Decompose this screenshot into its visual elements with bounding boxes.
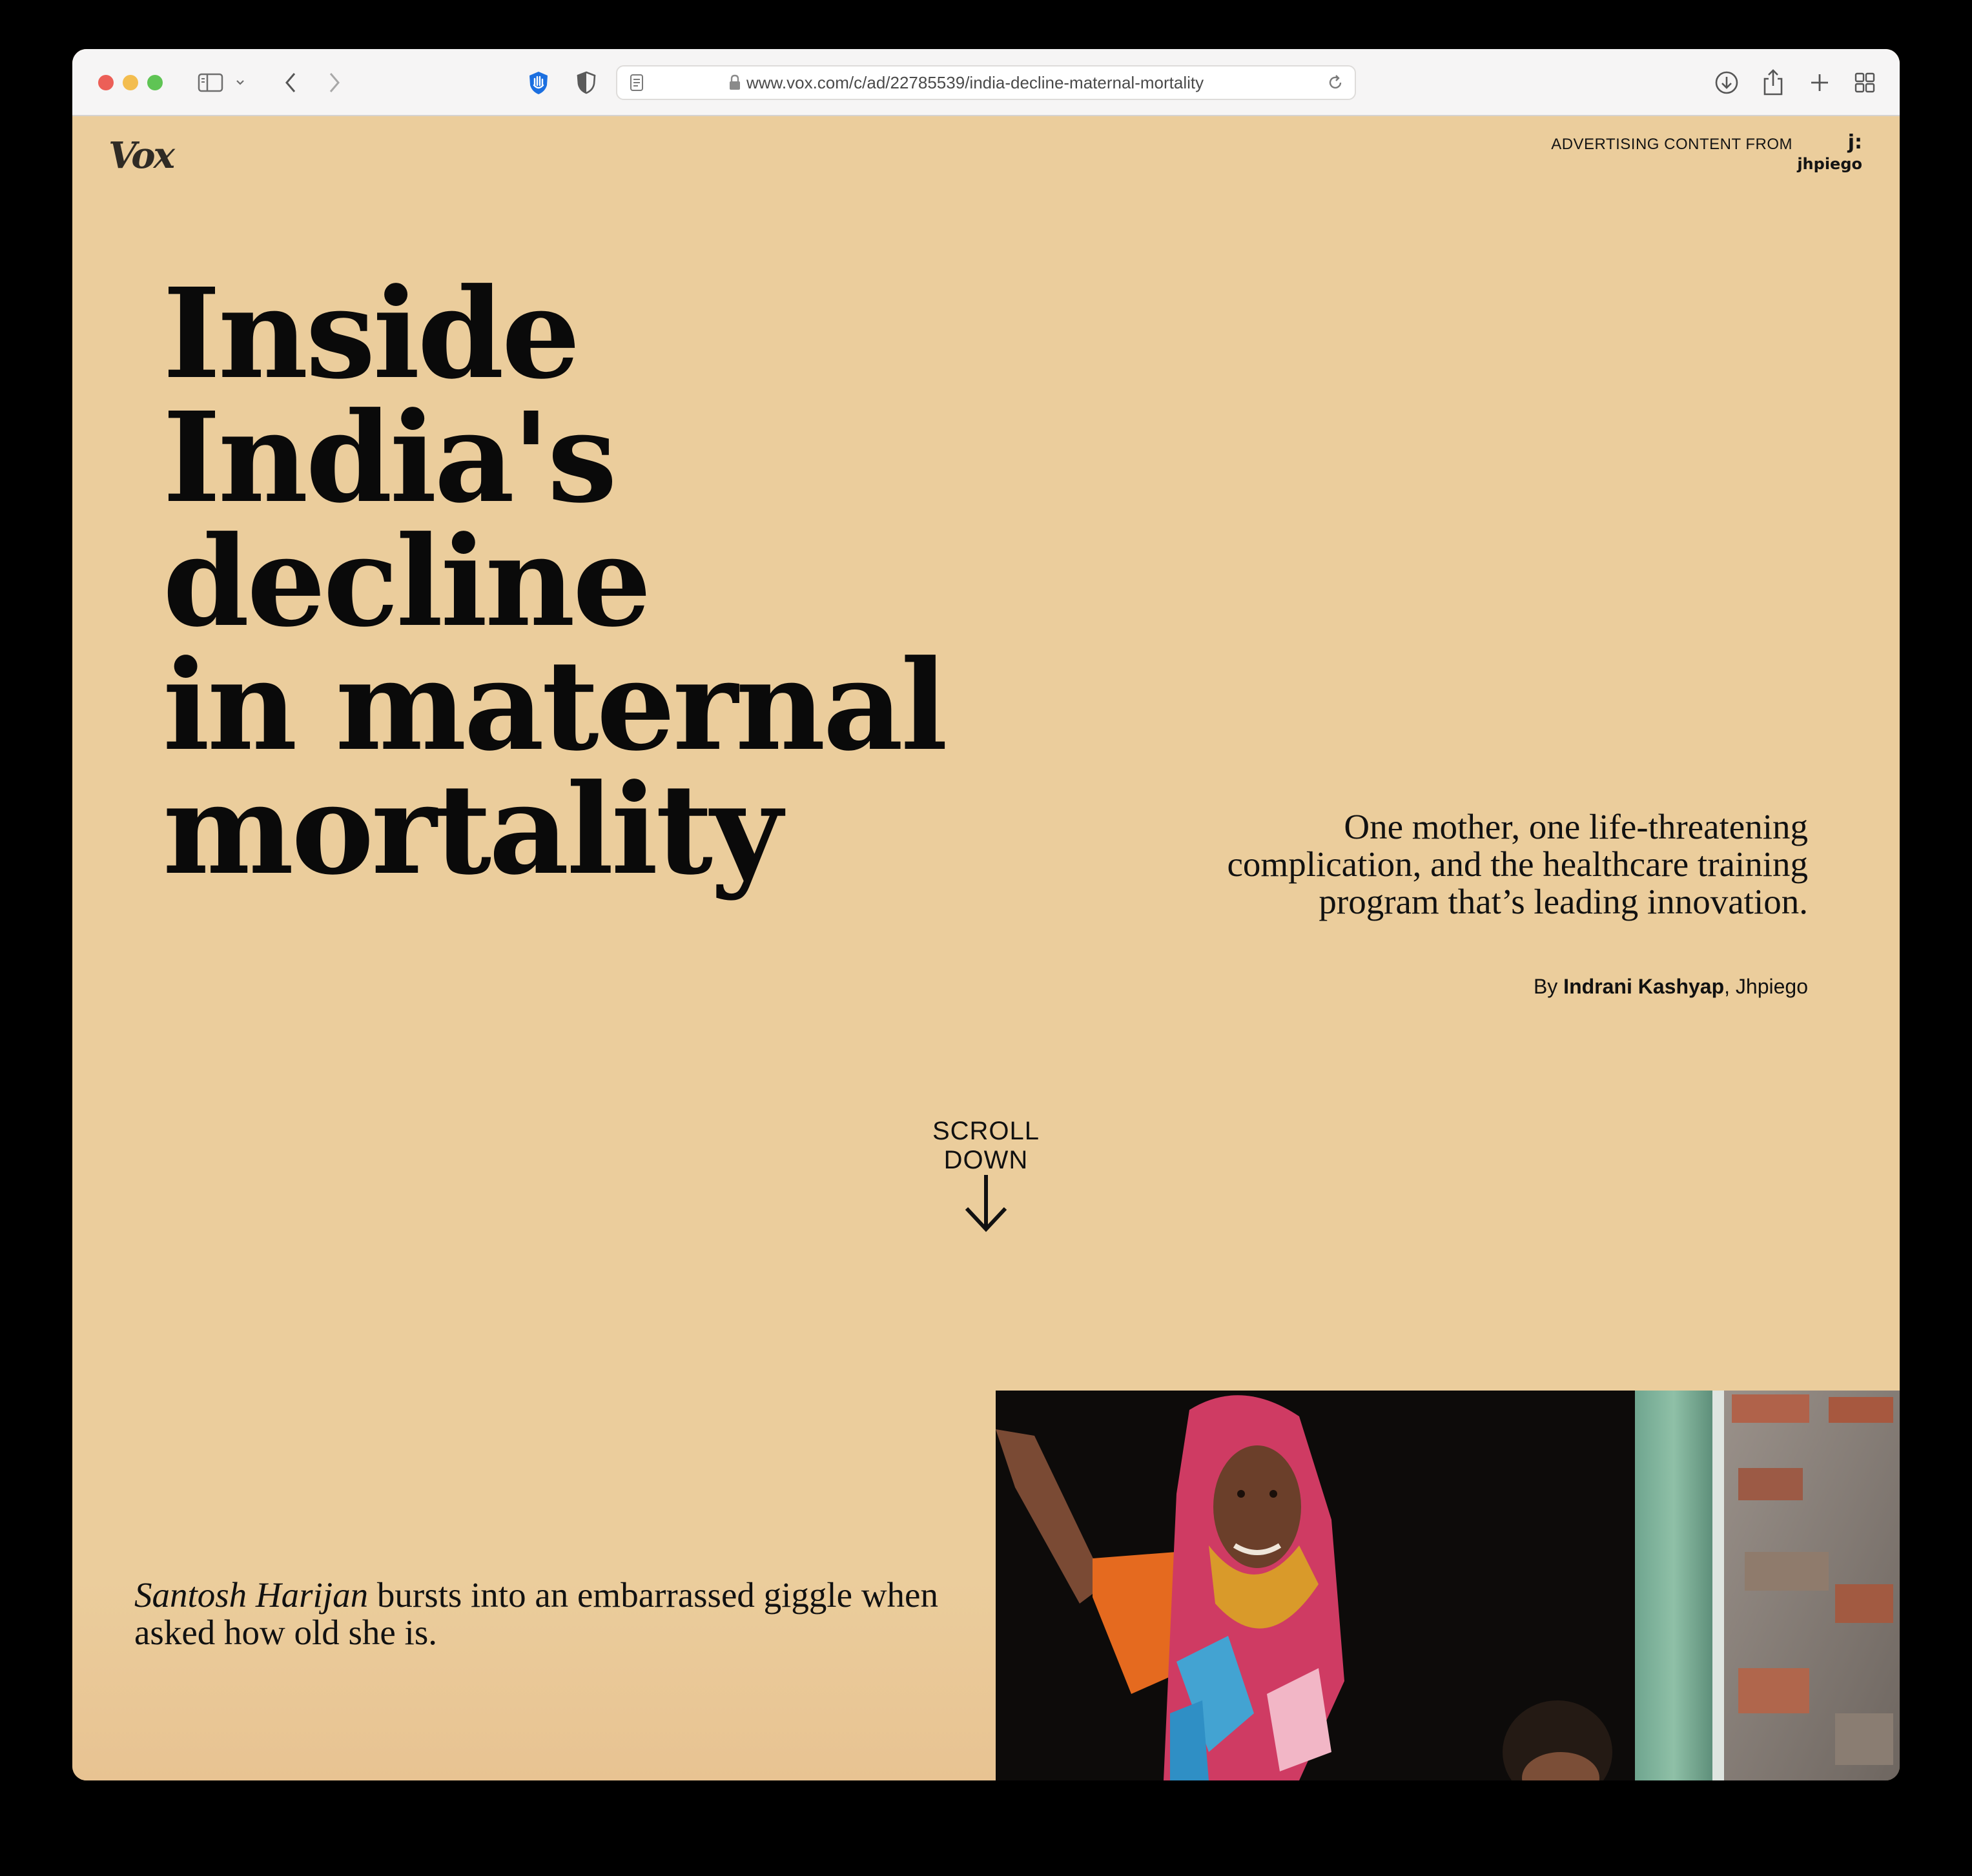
headline-line: decline (163, 509, 652, 655)
address-bar[interactable]: www.vox.com/c/ad/22785539/india-decline-… (616, 65, 1356, 100)
article-photo (996, 1391, 1900, 1780)
article-byline: By Indrani Kashyap, Jhpiego (1534, 975, 1808, 999)
article-headline: Inside India's decline in maternal morta… (163, 272, 1067, 892)
back-icon[interactable] (278, 67, 303, 98)
article-lead-paragraph: Santosh Harijan bursts into an embarrass… (134, 1576, 974, 1651)
shield-icon[interactable] (572, 67, 601, 98)
byline-prefix: By (1533, 975, 1564, 998)
reload-icon[interactable] (1322, 67, 1348, 98)
article-dek: One mother, one life-threatening complic… (1227, 807, 1809, 921)
minimize-window-button[interactable] (123, 75, 138, 90)
scroll-down-label[interactable]: SCROLL DOWN (892, 1117, 1080, 1175)
tab-overview-icon[interactable] (1851, 67, 1879, 98)
reader-icon[interactable] (624, 67, 650, 98)
close-window-button[interactable] (98, 75, 114, 90)
chevron-down-icon[interactable] (232, 67, 248, 98)
privacy-extension-icon[interactable] (524, 67, 553, 98)
sponsor-logo[interactable]: j: jhpiego (1797, 131, 1862, 178)
sidebar-icon[interactable] (196, 67, 225, 98)
url-text: www.vox.com/c/ad/22785539/india-decline-… (746, 73, 1204, 92)
lead-name: Santosh Harijan (134, 1575, 369, 1615)
forward-icon[interactable] (322, 67, 347, 98)
sponsor-logo-name: jhpiego (1797, 155, 1862, 173)
share-icon[interactable] (1759, 67, 1787, 98)
new-tab-icon[interactable] (1805, 67, 1834, 98)
arrow-down-icon[interactable] (961, 1172, 1011, 1234)
zoom-window-button[interactable] (147, 75, 163, 90)
woman-portrait-image (996, 1391, 1900, 1780)
advertising-label: ADVERTISING CONTENT FROM (1551, 136, 1792, 153)
headline-line: in maternal (163, 633, 948, 779)
article-page: Vox ADVERTISING CONTENT FROM j: jhpiego … (72, 116, 1900, 1780)
sponsor-logo-mark: j: (1847, 131, 1862, 154)
headline-line: India's (163, 385, 617, 531)
headline-line: mortality (163, 757, 783, 902)
byline-author[interactable]: Indrani Kashyap (1563, 975, 1724, 998)
downloads-icon[interactable] (1712, 67, 1741, 98)
byline-org: , Jhpiego (1724, 975, 1808, 998)
browser-window: www.vox.com/c/ad/22785539/india-decline-… (72, 49, 1900, 1780)
browser-toolbar: www.vox.com/c/ad/22785539/india-decline-… (72, 49, 1900, 116)
headline-line: Inside (163, 261, 580, 407)
vox-logo[interactable]: Vox (108, 134, 175, 177)
lock-icon (727, 67, 743, 98)
